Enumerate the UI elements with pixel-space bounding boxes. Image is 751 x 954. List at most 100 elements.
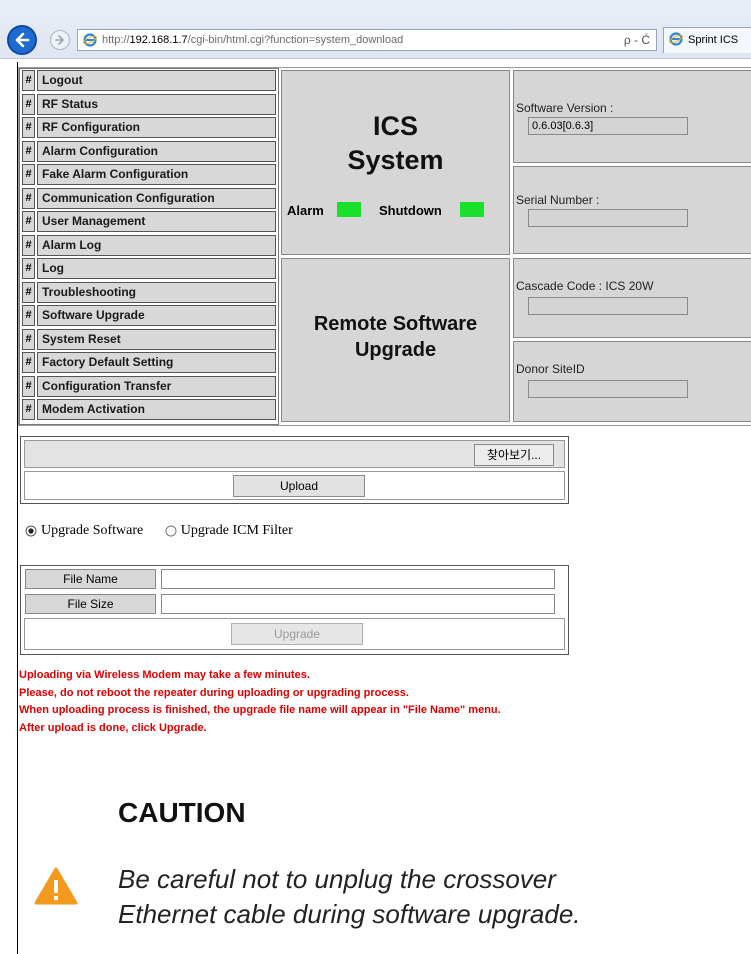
serial-number-panel: Serial Number : (513, 166, 751, 254)
nav-item-user-management[interactable]: User Management (37, 211, 276, 232)
nav-hash: # (22, 117, 35, 138)
nav-row: # Fake Alarm Configuration (22, 164, 276, 187)
upgrade-row: Upgrade (24, 618, 565, 650)
nav-hash: # (22, 328, 35, 350)
radio-unselected-icon[interactable] (165, 525, 177, 537)
option-upgrade-icm-filter[interactable]: Upgrade ICM Filter (165, 523, 293, 539)
section-title-line2: Upgrade (354, 339, 437, 361)
system-title-line1: ICS (372, 111, 418, 141)
nav-hash: # (22, 211, 35, 232)
upgrade-icm-filter-label: Upgrade ICM Filter (180, 523, 293, 538)
cascade-code-label: Cascade Code : ICS 20W (516, 279, 654, 293)
address-bar[interactable]: http://192.168.1.7/cgi-bin/html.cgi?func… (77, 29, 657, 51)
nav-item-configuration-transfer[interactable]: Configuration Transfer (37, 375, 276, 397)
caution-line1: Be careful not to unplug the crossover (118, 864, 556, 894)
nav-row: # User Management (22, 211, 276, 234)
back-button[interactable] (7, 25, 37, 55)
system-title: ICS System (282, 109, 509, 177)
nav-item-factory-default-setting[interactable]: Factory Default Setting (37, 352, 276, 373)
browser-toolbar: http://192.168.1.7/cgi-bin/html.cgi?func… (0, 0, 751, 59)
upgrade-software-label: Upgrade Software (41, 523, 144, 538)
upload-button[interactable]: Upload (233, 475, 365, 497)
caution-text: Be careful not to unplug the crossover E… (118, 862, 581, 932)
warning-icon (34, 867, 78, 905)
nav-row: # Log (22, 258, 276, 281)
option-upgrade-software[interactable]: Upgrade Software (25, 523, 143, 539)
nav-item-software-upgrade[interactable]: Software Upgrade (37, 305, 276, 326)
nav-item-communication-configuration[interactable]: Communication Configuration (37, 187, 276, 209)
nav-hash: # (22, 258, 35, 279)
section-title-panel: Remote Software Upgrade (281, 258, 510, 422)
nav-row: # RF Status (22, 93, 276, 117)
section-title: Remote Software Upgrade (282, 311, 509, 363)
file-select-input[interactable]: 찾아보기... (24, 440, 565, 468)
nav-item-troubleshooting[interactable]: Troubleshooting (37, 281, 276, 303)
note-line: Uploading via Wireless Modem may take a … (19, 669, 310, 681)
software-version-field: 0.6.03[0.6.3] (528, 117, 688, 135)
tab-label: Sprint ICS (688, 34, 739, 46)
url-host: 192.168.1.7 (129, 34, 188, 46)
alarm-indicator (337, 202, 361, 217)
nav-row: # Logout (22, 70, 276, 93)
nav-row: # Alarm Configuration (22, 140, 276, 164)
radio-selected-icon[interactable] (25, 525, 37, 537)
nav-row: # Configuration Transfer (22, 375, 276, 399)
nav-item-system-reset[interactable]: System Reset (37, 328, 276, 350)
nav-item-log[interactable]: Log (37, 258, 276, 279)
tab-sprint-ics[interactable]: Sprint ICS (663, 27, 751, 53)
ie-tab-icon (669, 32, 683, 46)
nav-row: # Alarm Log (22, 234, 276, 258)
file-name-field (161, 569, 555, 589)
url-prefix: http:// (102, 34, 130, 46)
nav-row: # Software Upgrade (22, 305, 276, 328)
nav-hash: # (22, 375, 35, 397)
donor-siteid-panel: Donor SiteID (513, 341, 751, 422)
nav-row: # Communication Configuration (22, 187, 276, 211)
search-refresh-icons[interactable]: ρ - Ć (624, 33, 650, 47)
nav-item-modem-activation[interactable]: Modem Activation (37, 399, 276, 420)
arrow-left-icon (15, 32, 30, 48)
donor-siteid-label: Donor SiteID (516, 362, 585, 376)
nav-item-alarm-log[interactable]: Alarm Log (37, 234, 276, 256)
url-text: http://192.168.1.7/cgi-bin/html.cgi?func… (102, 34, 403, 46)
caution-title: CAUTION (118, 797, 246, 828)
system-title-line2: System (347, 145, 444, 175)
note-line: Please, do not reboot the repeater durin… (19, 686, 409, 699)
ie-page-icon (83, 33, 97, 47)
serial-number-field (528, 209, 688, 227)
upgrade-button[interactable]: Upgrade (231, 623, 363, 645)
cascade-code-panel: Cascade Code : ICS 20W (513, 258, 751, 338)
nav-hash: # (22, 187, 35, 209)
nav-item-rf-configuration[interactable]: RF Configuration (37, 117, 276, 138)
shutdown-indicator (460, 202, 484, 217)
nav-menu: # Logout # RF Status # RF Configuration # Alarm… (22, 70, 276, 423)
nav-hash: # (22, 305, 35, 326)
donor-siteid-field (528, 380, 688, 398)
nav-hash: # (22, 93, 35, 115)
nav-item-logout[interactable]: Logout (37, 70, 276, 91)
nav-item-rf-status[interactable]: RF Status (37, 93, 276, 115)
section-title-line1: Remote Software (313, 313, 478, 335)
system-title-panel: ICS System Alarm Shutdown (281, 70, 510, 255)
arrow-right-icon (55, 35, 65, 45)
nav-row: # RF Configuration (22, 117, 276, 140)
nav-row: # Modem Activation (22, 399, 276, 422)
upload-row: Upload (24, 471, 565, 500)
caution-line2: Ethernet cable during software upgrade. (118, 899, 581, 929)
nav-hash: # (22, 70, 35, 91)
upload-notes: Uploading via Wireless Modem may take a … (19, 667, 501, 737)
nav-item-alarm-configuration[interactable]: Alarm Configuration (37, 140, 276, 162)
alarm-label: Alarm (287, 203, 324, 218)
forward-button[interactable] (50, 30, 70, 50)
file-size-label: File Size (25, 594, 156, 614)
shutdown-label: Shutdown (379, 203, 442, 218)
serial-number-label: Serial Number : (516, 193, 600, 207)
browse-button[interactable]: 찾아보기... (474, 444, 554, 466)
nav-row: # Factory Default Setting (22, 352, 276, 375)
nav-hash: # (22, 399, 35, 420)
nav-item-fake-alarm-configuration[interactable]: Fake Alarm Configuration (37, 164, 276, 185)
nav-hash: # (22, 234, 35, 256)
url-path: /cgi-bin/html.cgi?function=system_downlo… (187, 34, 404, 46)
file-info-table: File Name File Size Upgrade (20, 565, 569, 655)
cascade-code-field (528, 297, 688, 315)
